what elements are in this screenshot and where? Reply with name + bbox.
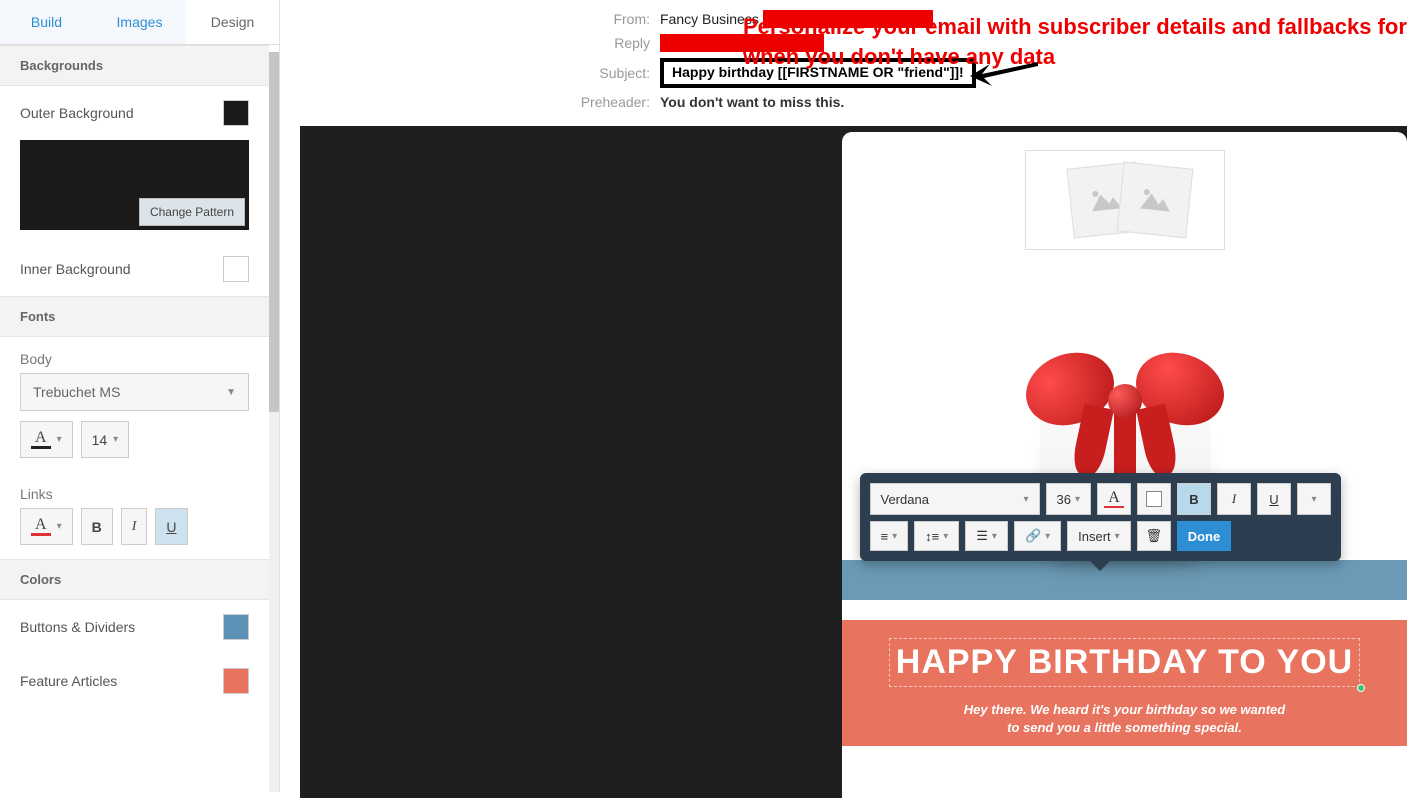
outer-background-swatch[interactable]: [223, 100, 249, 126]
email-preview[interactable]: HAPPY BIRTHDAY TO YOU Hey there. We hear…: [842, 132, 1407, 798]
chevron-down-icon: ▾: [57, 434, 62, 445]
feature-articles-row: Feature Articles: [0, 654, 269, 708]
toolbar-bold-button[interactable]: B: [1177, 483, 1211, 515]
toolbar-list-button[interactable]: ☰▾: [965, 521, 1008, 551]
chevron-down-icon: ▾: [113, 434, 118, 445]
toolbar-delete-button[interactable]: 🗑: [1137, 521, 1171, 551]
editor-canvas[interactable]: HAPPY BIRTHDAY TO YOU Hey there. We hear…: [300, 126, 1407, 798]
chevron-down-icon: ▾: [1023, 494, 1028, 505]
tab-build[interactable]: Build: [0, 0, 93, 44]
trash-icon: 🗑: [1145, 528, 1162, 544]
sidebar-scrollbar[interactable]: [269, 52, 279, 792]
body-font-size-value: 14: [92, 432, 108, 448]
from-label: From:: [280, 11, 660, 27]
tab-design[interactable]: Design: [186, 0, 279, 44]
preheader-value[interactable]: You don't want to miss this.: [660, 94, 844, 110]
toolbar-fontcolor-button[interactable]: A: [1097, 483, 1131, 515]
feature-articles-swatch[interactable]: [223, 668, 249, 694]
body-font-label: Body: [0, 337, 269, 373]
body-font-value: Trebuchet MS: [33, 384, 120, 400]
lineheight-icon: ↕≡: [925, 529, 939, 544]
link-icon: 🔗: [1025, 528, 1041, 544]
buttons-dividers-swatch[interactable]: [223, 614, 249, 640]
links-label: Links: [0, 472, 269, 508]
subhead-text: Hey there. We heard it's your birthday s…: [858, 701, 1392, 736]
chevron-down-icon: ▾: [1075, 494, 1080, 505]
section-fonts: Fonts: [0, 296, 269, 337]
section-backgrounds: Backgrounds: [0, 45, 269, 86]
annotation-arrow-icon: [968, 56, 1042, 93]
photo-icon: [1116, 162, 1193, 239]
toolbar-bgcolor-button[interactable]: [1137, 483, 1171, 515]
main-area: From: Fancy Business Reply Subject: Happ…: [280, 0, 1427, 792]
resize-handle-icon[interactable]: [1357, 684, 1365, 692]
toolbar-more-button[interactable]: ▾: [1297, 483, 1331, 515]
toolbar-underline-button[interactable]: U: [1257, 483, 1291, 515]
outer-background-label: Outer Background: [20, 105, 134, 121]
toolbar-align-button[interactable]: ≡▾: [870, 521, 909, 551]
change-pattern-button[interactable]: Change Pattern: [139, 198, 245, 226]
link-color-button[interactable]: A▾: [20, 508, 73, 545]
inner-background-row: Inner Background: [0, 242, 269, 296]
sidebar-tabs: Build Images Design: [0, 0, 279, 45]
buttons-dividers-label: Buttons & Dividers: [20, 619, 135, 635]
preheader-label: Preheader:: [280, 94, 660, 110]
align-icon: ≡: [881, 529, 889, 544]
buttons-dividers-row: Buttons & Dividers: [0, 600, 269, 654]
reply-label: Reply: [280, 35, 660, 51]
link-italic-button[interactable]: I: [121, 508, 148, 545]
link-underline-button[interactable]: U: [155, 508, 187, 545]
image-placeholder[interactable]: [1025, 150, 1225, 250]
headline-text[interactable]: HAPPY BIRTHDAY TO YOU: [889, 638, 1360, 687]
body-font-color-button[interactable]: A▾: [20, 421, 73, 458]
toolbar-done-button[interactable]: Done: [1177, 521, 1232, 551]
toolbar-link-button[interactable]: 🔗▾: [1014, 521, 1061, 551]
chevron-down-icon: ▾: [57, 521, 62, 532]
section-colors: Colors: [0, 559, 269, 600]
tab-images[interactable]: Images: [93, 0, 186, 44]
headline-block[interactable]: HAPPY BIRTHDAY TO YOU Hey there. We hear…: [842, 620, 1407, 746]
list-icon: ☰: [976, 528, 988, 544]
toolbar-lineheight-button[interactable]: ↕≡▾: [914, 521, 959, 551]
sidebar: Build Images Design Backgrounds Outer Ba…: [0, 0, 280, 792]
subject-label: Subject:: [280, 65, 660, 81]
inner-background-label: Inner Background: [20, 261, 131, 277]
pattern-preview: Change Pattern: [20, 140, 249, 230]
feature-articles-label: Feature Articles: [20, 673, 117, 689]
toolbar-font-select[interactable]: Verdana▾: [870, 483, 1040, 515]
chevron-down-icon: ▼: [226, 387, 236, 398]
inner-background-swatch[interactable]: [223, 256, 249, 282]
sidebar-scroll[interactable]: Backgrounds Outer Background Change Patt…: [0, 45, 279, 792]
toolbar-insert-select[interactable]: Insert▾: [1067, 521, 1131, 551]
link-bold-button[interactable]: B: [81, 508, 113, 545]
text-editor-toolbar: Verdana▾ 36▾ A B I U ▾ ≡▾ ↕≡▾ ☰▾ 🔗▾ Inse…: [860, 473, 1342, 561]
outer-background-row: Outer Background: [0, 86, 269, 140]
body-font-select[interactable]: Trebuchet MS ▼: [20, 373, 249, 411]
divider-strip: [842, 560, 1407, 600]
toolbar-size-select[interactable]: 36▾: [1046, 483, 1092, 515]
body-font-size-select[interactable]: 14 ▾: [81, 421, 130, 458]
toolbar-italic-button[interactable]: I: [1217, 483, 1251, 515]
annotation-text: Personalize your email with subscriber d…: [743, 12, 1423, 71]
